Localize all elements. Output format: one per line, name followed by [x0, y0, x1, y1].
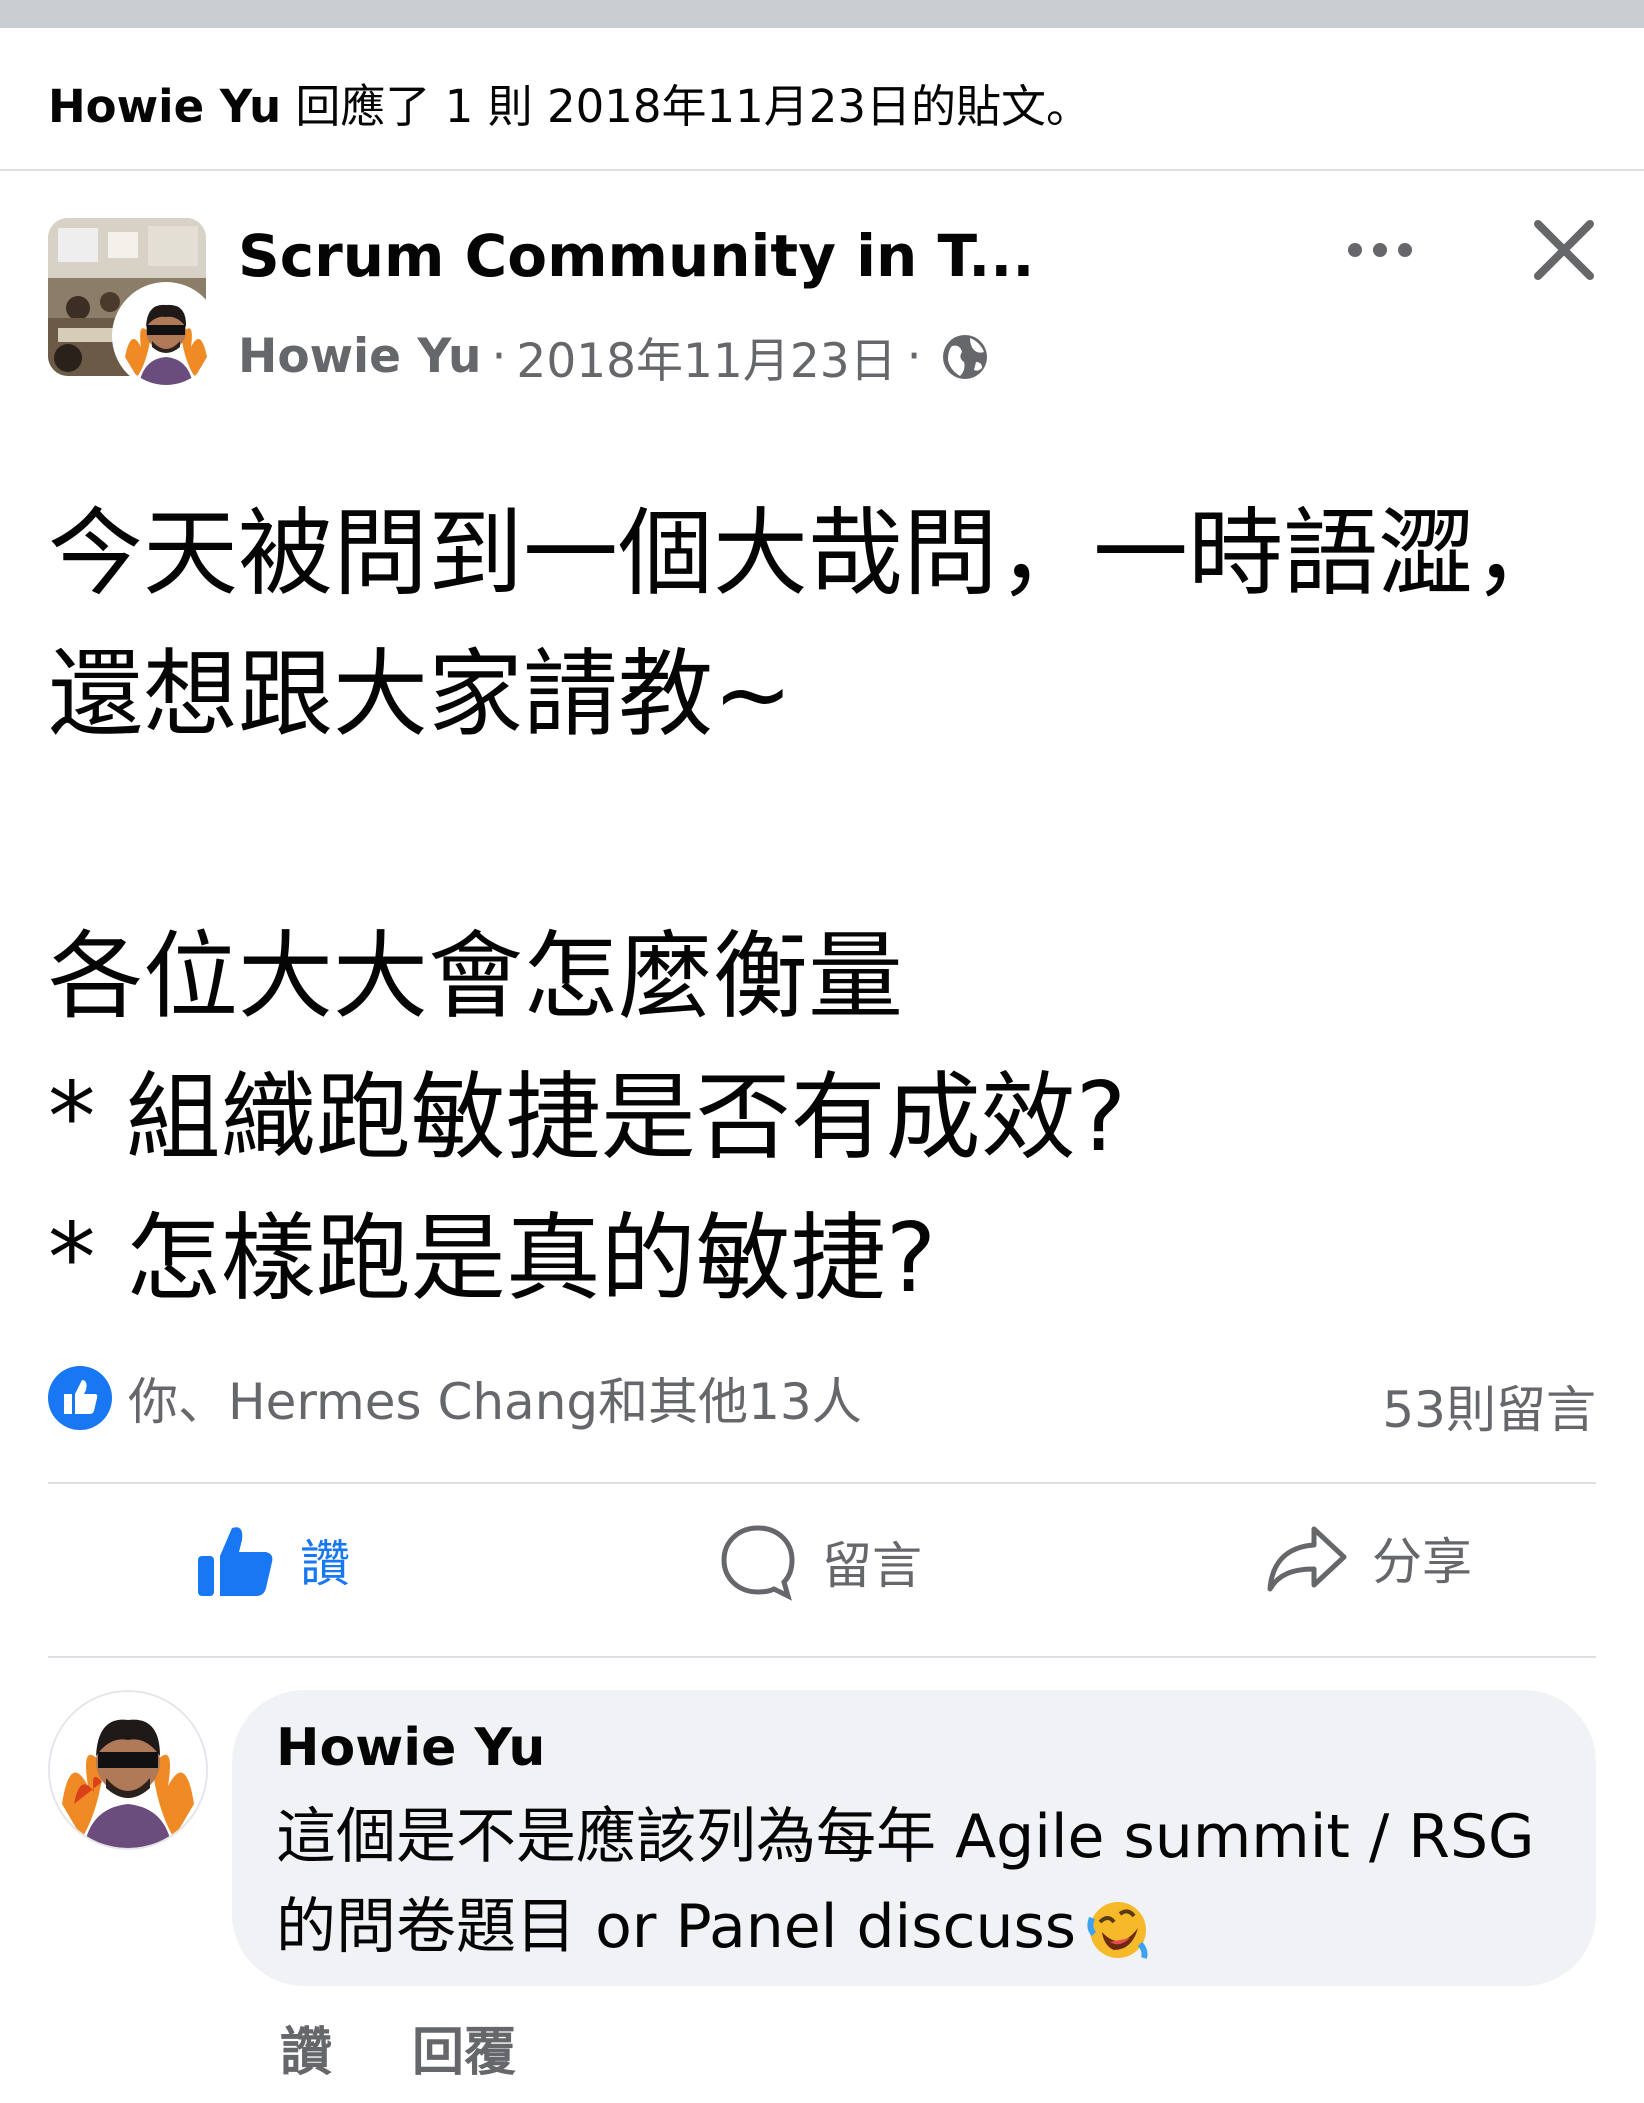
share-label: 分享	[1372, 1533, 1472, 1591]
post-line	[48, 766, 1608, 907]
comment-like-button[interactable]: 讚	[280, 2010, 332, 2085]
post-meta: Howie Yu · 2018年11月23日 ·	[238, 322, 990, 391]
reactions-text: 你、Hermes Chang和其他13人	[128, 1373, 862, 1431]
comment-author[interactable]: Howie Yu	[276, 1718, 545, 1778]
globe-icon	[942, 334, 987, 379]
thumbs-up-icon	[198, 1527, 273, 1596]
more-icon	[1348, 243, 1412, 257]
comment-count[interactable]: 53則留言	[1382, 1370, 1596, 1442]
comment-line: 這個是不是應該列為每年 Agile summit / RSG	[276, 1802, 1535, 1872]
rofl-emoji-icon	[1087, 1902, 1148, 1960]
status-strip	[0, 0, 1644, 28]
author-avatar[interactable]	[112, 282, 220, 390]
like-reaction-icon	[48, 1366, 112, 1430]
reactions-summary[interactable]: 你、Hermes Chang和其他13人	[48, 1362, 862, 1434]
comment-actions: 讚 回覆	[280, 2010, 516, 2085]
like-button[interactable]: 讚	[196, 1522, 350, 1598]
like-label: 讚	[300, 1535, 350, 1593]
close-button[interactable]	[1532, 218, 1596, 282]
divider	[48, 1482, 1596, 1484]
share-icon	[1267, 1526, 1347, 1592]
comment-reply-button[interactable]: 回覆	[412, 2010, 516, 2085]
post-line: * 怎樣跑是真的敏捷?	[48, 1204, 937, 1314]
divider	[0, 169, 1644, 171]
post-line: 今天被問到一個大哉問，一時語澀，	[48, 499, 1569, 609]
meta-separator: ·	[491, 329, 507, 384]
comment-text: 這個是不是應該列為每年 Agile summit / RSG 的問卷題目 or …	[276, 1792, 1576, 1972]
post-body: 今天被問到一個大哉問，一時語澀， 還想跟大家請教~ 各位大大會怎麼衡量 * 組織…	[48, 484, 1608, 1330]
activity-text: 回應了 1 則 2018年11月23日的貼文。	[295, 80, 1092, 133]
group-name[interactable]: Scrum Community in T...	[238, 222, 1034, 290]
post-line: 還想跟大家請教~	[48, 640, 793, 750]
post-line: 各位大大會怎麼衡量	[48, 922, 904, 1032]
commenter-avatar[interactable]	[48, 1690, 208, 1850]
close-icon	[1534, 220, 1594, 280]
comment-line: 的問卷題目 or Panel discuss	[276, 1882, 1576, 1972]
divider	[48, 1656, 1596, 1658]
meta-separator: ·	[906, 329, 922, 384]
activity-actor[interactable]: Howie Yu	[48, 80, 281, 133]
share-button[interactable]: 分享	[1266, 1522, 1472, 1594]
post-line: * 組織跑敏捷是否有成效?	[48, 1063, 1127, 1173]
post-date[interactable]: 2018年11月23日	[516, 322, 896, 391]
comment-line-text: 的問卷題目 or Panel discuss	[276, 1892, 1077, 1962]
comment-label: 留言	[822, 1537, 922, 1595]
activity-header: Howie Yu 回應了 1 則 2018年11月23日的貼文。	[48, 70, 1091, 135]
comment-icon	[721, 1525, 795, 1601]
post-author[interactable]: Howie Yu	[238, 329, 481, 384]
more-options-button[interactable]	[1340, 225, 1420, 275]
comment-button[interactable]: 留言	[718, 1522, 922, 1602]
